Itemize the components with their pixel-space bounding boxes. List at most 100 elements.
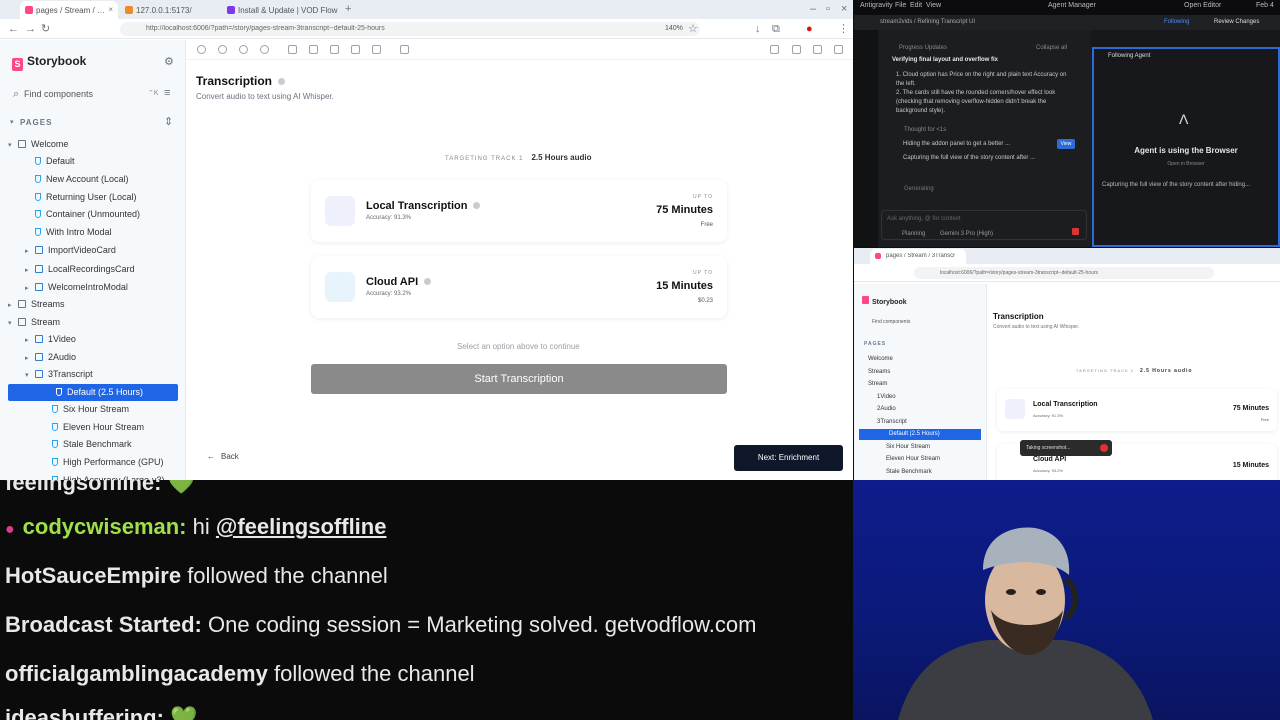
tree-item[interactable]: ▾ Stream (8, 314, 178, 331)
tree-item[interactable]: High Performance (GPU) (42, 454, 178, 471)
agent-address-bar[interactable]: localhost:6006/?path=/story/pages-stream… (914, 267, 1214, 279)
tree-item[interactable]: Default (25, 153, 178, 170)
maximize-icon[interactable]: ▫ (826, 4, 830, 15)
agent-tree-item[interactable]: 2Audio (877, 404, 896, 415)
stop-icon[interactable] (1072, 228, 1079, 235)
agent-tree-item[interactable]: Eleven Hour Stream (886, 454, 940, 465)
forward-arrow-icon[interactable]: → (25, 24, 36, 35)
tree-item[interactable]: ▸ LocalRecordingsCard (25, 261, 178, 278)
browser-tab-storybook[interactable]: pages / Stream / 3Transc× (20, 1, 118, 19)
tree-item[interactable]: Stale Benchmark (42, 436, 178, 453)
tree-item[interactable]: ▸ Streams (8, 296, 178, 313)
settings-gear-icon[interactable]: ⚙ (164, 57, 174, 68)
outline-icon[interactable] (372, 45, 381, 54)
zoom-in-icon[interactable] (218, 45, 227, 54)
open-new-tab-icon[interactable] (834, 45, 843, 54)
agent-tree-item[interactable]: Stream (868, 379, 887, 390)
tree-item[interactable]: New Account (Local) (25, 171, 178, 188)
menu-antigravity[interactable]: Antigravity (860, 2, 893, 9)
menu-file[interactable]: File (895, 2, 906, 9)
following-toggle[interactable]: Following (1164, 19, 1189, 25)
zoom-out-icon[interactable] (239, 45, 248, 54)
close-tab-icon[interactable]: × (108, 5, 113, 14)
background-icon[interactable] (309, 45, 318, 54)
info-icon[interactable] (278, 78, 286, 85)
browser-tab-vodflow[interactable]: Install & Update | VOD Flow (222, 1, 342, 19)
tree-item[interactable]: ▾ Welcome (8, 136, 178, 153)
filter-icon[interactable]: ≡ (164, 88, 170, 99)
option-card-cloud[interactable]: Cloud API Accuracy: 93.2% UP TO 15 Minut… (311, 256, 727, 318)
tree-item[interactable]: ▸ 1Video (25, 331, 178, 348)
fullscreen-icon[interactable] (792, 45, 801, 54)
tree-item[interactable]: Eleven Hour Stream (42, 419, 178, 436)
panel-toggle-icon[interactable] (770, 45, 779, 54)
next-enrichment-button[interactable]: Next: Enrichment (734, 445, 843, 471)
agent-tree-item[interactable]: Streams (868, 367, 890, 378)
tree-item[interactable]: ▸ ImportVideoCard (25, 242, 178, 259)
grid-icon[interactable] (288, 45, 297, 54)
back-arrow-icon[interactable]: ← (8, 24, 19, 35)
open-editor-button[interactable]: Open Editor (1184, 2, 1221, 9)
back-button[interactable]: ← Back (207, 452, 239, 461)
view-button[interactable]: View (1057, 139, 1075, 149)
new-tab-icon[interactable]: + (345, 4, 351, 15)
tree-item[interactable]: ▸ WelcomeIntroModal (25, 279, 178, 296)
model-selector[interactable]: Gemini 3 Pro (High) (940, 230, 993, 239)
close-window-icon[interactable]: × (841, 4, 847, 15)
menu-view[interactable]: View (926, 2, 941, 9)
extension-red-icon[interactable]: ● (806, 24, 813, 35)
share-icon[interactable] (813, 45, 822, 54)
agent-tree-item[interactable]: Stale Benchmark (886, 467, 932, 478)
pages-section-label[interactable]: ▾ PAGES (10, 118, 52, 127)
search-input[interactable]: ⌕ Find components ⌃K ≡ (8, 84, 178, 104)
webcam-feed (853, 480, 1280, 720)
agent-browser-tab[interactable]: pages / Stream / 3Transcr (870, 249, 966, 264)
measure-icon[interactable] (351, 45, 360, 54)
mode-selector[interactable]: Planning (902, 230, 925, 239)
minimize-icon[interactable]: – (810, 4, 816, 15)
collapse-all-icon[interactable]: ⇕ (164, 117, 173, 128)
review-changes-button[interactable]: Review Changes (1214, 19, 1259, 25)
address-bar[interactable]: http://localhost:6006/?path=/story/pages… (120, 22, 700, 36)
page-subtitle: Convert audio to text using AI Whisper. (196, 92, 334, 101)
chevron-right-icon: ▸ (25, 355, 29, 362)
tree-item[interactable]: With Intro Modal (25, 224, 178, 241)
tree-item[interactable]: Container (Unmounted) (25, 206, 178, 223)
thought-toggle[interactable]: Thought for <1s (904, 126, 946, 135)
agent-prompt-input[interactable]: Ask anything, @ for context Planning Gem… (881, 210, 1087, 240)
collapse-all-button[interactable]: Collapse all (1036, 44, 1067, 53)
tree-item[interactable]: Default (2.5 Hours) (8, 384, 178, 401)
agent-tree-item[interactable]: 1Video (877, 392, 896, 403)
agent-tree-item[interactable]: Default (2.5 Hours) (859, 429, 981, 440)
folder-icon (18, 300, 26, 308)
folder-icon (18, 140, 26, 148)
agent-manager-button[interactable]: Agent Manager (1048, 2, 1096, 9)
zoom-reset-icon[interactable] (260, 45, 269, 54)
ruler-icon[interactable] (400, 45, 409, 54)
reload-icon[interactable]: ↻ (41, 24, 50, 35)
extension-icon[interactable]: ⧉ (772, 24, 780, 35)
story-icon (52, 458, 58, 466)
agent-tree-item[interactable]: Welcome (868, 354, 893, 365)
tree-item[interactable]: ▾ 3Transcript (25, 366, 178, 383)
browser-tab-localhost[interactable]: 127.0.0.1:5173/ (120, 1, 220, 19)
option-card-local[interactable]: Local Transcription Accuracy: 91.3% UP T… (311, 180, 727, 242)
viewport-icon[interactable] (330, 45, 339, 54)
agent-option-card-local[interactable]: Local Transcription Accuracy: 91.3% 75 M… (997, 389, 1277, 431)
tree-item[interactable]: Returning User (Local) (25, 189, 178, 206)
start-transcription-button[interactable]: Start Transcription (311, 364, 727, 394)
info-icon[interactable] (473, 202, 481, 209)
story-icon (52, 440, 58, 448)
menu-kebab-icon[interactable]: ⋮ (838, 24, 849, 35)
reload-story-icon[interactable] (197, 45, 206, 54)
info-icon[interactable] (424, 278, 432, 285)
agent-tree-item[interactable]: 3Transcript (877, 417, 907, 428)
tree-item[interactable]: Six Hour Stream (42, 401, 178, 418)
tree-item[interactable]: ▸ 2Audio (25, 349, 178, 366)
story-icon (52, 405, 58, 413)
open-in-browser-link[interactable]: Open in Browser (1094, 161, 1278, 167)
menu-edit[interactable]: Edit (910, 2, 922, 9)
bookmark-star-icon[interactable]: ☆ (688, 24, 698, 35)
download-icon[interactable]: ↓ (755, 24, 761, 35)
agent-tree-item[interactable]: Six Hour Stream (886, 442, 930, 453)
